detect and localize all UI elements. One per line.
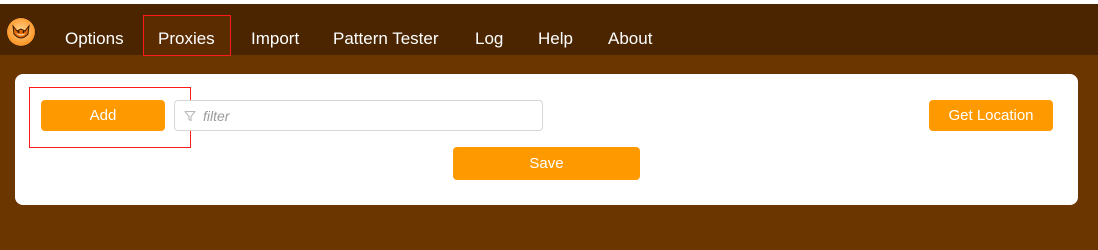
tab-log[interactable]: Log (475, 27, 503, 51)
tab-about[interactable]: About (608, 27, 652, 51)
filter-input[interactable] (203, 105, 523, 126)
filter-field[interactable] (174, 100, 543, 131)
foxyproxy-logo-icon (6, 17, 36, 47)
tab-help[interactable]: Help (538, 27, 573, 51)
save-button[interactable]: Save (453, 147, 640, 180)
tab-options[interactable]: Options (65, 27, 124, 51)
proxies-panel (15, 74, 1078, 205)
add-button[interactable]: Add (41, 100, 165, 131)
funnel-icon (184, 110, 196, 122)
tab-proxies[interactable]: Proxies (158, 27, 215, 51)
tab-import[interactable]: Import (251, 27, 299, 51)
get-location-button[interactable]: Get Location (929, 100, 1053, 131)
tab-pattern-tester[interactable]: Pattern Tester (333, 27, 439, 51)
